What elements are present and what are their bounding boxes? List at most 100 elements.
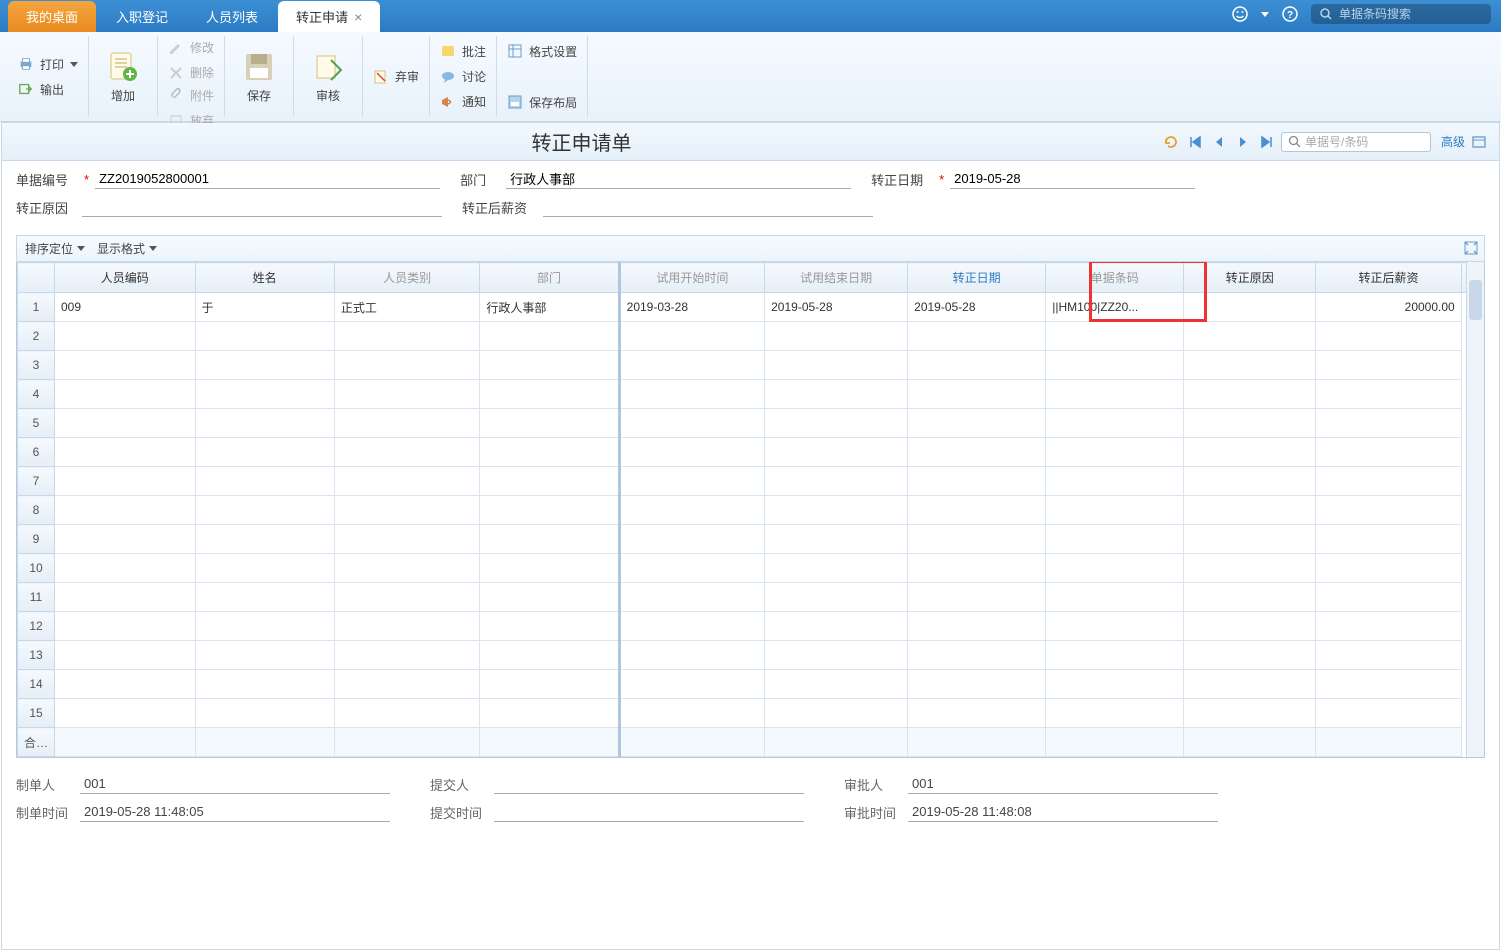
col-name[interactable]: 姓名: [195, 263, 334, 293]
tab-entry-register[interactable]: 入职登记: [98, 1, 186, 32]
col-reason[interactable]: 转正原因: [1184, 263, 1316, 293]
cell[interactable]: [334, 641, 479, 670]
cell[interactable]: [765, 670, 908, 699]
cell[interactable]: [765, 583, 908, 612]
notify-button[interactable]: 通知: [434, 90, 492, 113]
table-row[interactable]: 7: [18, 467, 1484, 496]
top-search[interactable]: [1311, 4, 1491, 24]
cell[interactable]: [1046, 525, 1184, 554]
cell[interactable]: 7: [18, 467, 55, 496]
last-icon[interactable]: [1257, 132, 1277, 152]
cell[interactable]: [1184, 525, 1316, 554]
cell[interactable]: [1316, 351, 1461, 380]
cell[interactable]: [619, 438, 764, 467]
cell[interactable]: [1184, 438, 1316, 467]
cell[interactable]: [54, 351, 195, 380]
table-row[interactable]: 10: [18, 554, 1484, 583]
abandon-button[interactable]: 弃审: [367, 65, 425, 88]
delete-button[interactable]: 删除: [162, 61, 220, 84]
panel-icon[interactable]: [1469, 132, 1489, 152]
cell[interactable]: [1316, 409, 1461, 438]
cell[interactable]: [1316, 670, 1461, 699]
save-button[interactable]: 保存: [235, 45, 283, 108]
cell[interactable]: [54, 525, 195, 554]
cell[interactable]: [334, 438, 479, 467]
cell[interactable]: [908, 525, 1046, 554]
refresh-icon[interactable]: [1161, 132, 1181, 152]
cell[interactable]: [1316, 612, 1461, 641]
cell[interactable]: [195, 699, 334, 728]
cell[interactable]: 13: [18, 641, 55, 670]
cell[interactable]: [1046, 641, 1184, 670]
cell[interactable]: [334, 322, 479, 351]
cell[interactable]: [1184, 554, 1316, 583]
cell[interactable]: [480, 525, 619, 554]
cell[interactable]: [619, 380, 764, 409]
cell[interactable]: [765, 641, 908, 670]
cell[interactable]: [619, 409, 764, 438]
col-salary[interactable]: 转正后薪资: [1316, 263, 1461, 293]
cell[interactable]: [1046, 467, 1184, 496]
cell[interactable]: [765, 409, 908, 438]
cell[interactable]: [195, 554, 334, 583]
prev-icon[interactable]: [1209, 132, 1229, 152]
cell[interactable]: [195, 322, 334, 351]
cell[interactable]: [195, 525, 334, 554]
cell[interactable]: [1046, 699, 1184, 728]
display-format-button[interactable]: 显示格式: [97, 240, 157, 257]
cell[interactable]: [334, 351, 479, 380]
col-dept[interactable]: 部门: [480, 263, 619, 293]
cell[interactable]: [334, 612, 479, 641]
cell[interactable]: [908, 699, 1046, 728]
cell[interactable]: [480, 612, 619, 641]
table-row[interactable]: 9: [18, 525, 1484, 554]
cell[interactable]: [1184, 467, 1316, 496]
table-row[interactable]: 12: [18, 612, 1484, 641]
cell[interactable]: [1184, 641, 1316, 670]
cell[interactable]: [480, 409, 619, 438]
cell[interactable]: 2: [18, 322, 55, 351]
advanced-link[interactable]: 高级: [1441, 133, 1465, 150]
cell[interactable]: [480, 496, 619, 525]
salary-input[interactable]: [543, 197, 873, 217]
cell[interactable]: [908, 583, 1046, 612]
cell[interactable]: [1316, 322, 1461, 351]
cell[interactable]: [480, 467, 619, 496]
first-icon[interactable]: [1185, 132, 1205, 152]
cell[interactable]: [765, 380, 908, 409]
cell[interactable]: [54, 467, 195, 496]
tab-person-list[interactable]: 人员列表: [188, 1, 276, 32]
cell[interactable]: [195, 409, 334, 438]
title-search[interactable]: [1281, 132, 1431, 152]
top-search-input[interactable]: [1339, 7, 1479, 21]
col-trial-start[interactable]: 试用开始时间: [619, 263, 764, 293]
cell[interactable]: [195, 496, 334, 525]
cell[interactable]: [1316, 496, 1461, 525]
cell[interactable]: [765, 467, 908, 496]
table-row[interactable]: 4: [18, 380, 1484, 409]
table-row[interactable]: 8: [18, 496, 1484, 525]
cell[interactable]: [619, 612, 764, 641]
table-row[interactable]: 13: [18, 641, 1484, 670]
table-row[interactable]: 11: [18, 583, 1484, 612]
cell[interactable]: [619, 496, 764, 525]
cell[interactable]: 2019-05-28: [765, 293, 908, 322]
cell[interactable]: [908, 670, 1046, 699]
cell[interactable]: [480, 322, 619, 351]
table-row[interactable]: 3: [18, 351, 1484, 380]
dept-input[interactable]: [506, 169, 851, 189]
cell[interactable]: [765, 496, 908, 525]
cell[interactable]: [908, 612, 1046, 641]
cell[interactable]: ||HM100|ZZ20...: [1046, 293, 1184, 322]
cell[interactable]: [334, 380, 479, 409]
cell[interactable]: [1184, 380, 1316, 409]
col-trial-end[interactable]: 试用结束日期: [765, 263, 908, 293]
audit-button[interactable]: 审核: [304, 45, 352, 108]
col-barcode[interactable]: 单据条码: [1046, 263, 1184, 293]
cell[interactable]: [1184, 583, 1316, 612]
cell[interactable]: [1184, 409, 1316, 438]
cell[interactable]: [334, 467, 479, 496]
cell[interactable]: [619, 641, 764, 670]
cell[interactable]: 009: [54, 293, 195, 322]
cell[interactable]: [908, 438, 1046, 467]
